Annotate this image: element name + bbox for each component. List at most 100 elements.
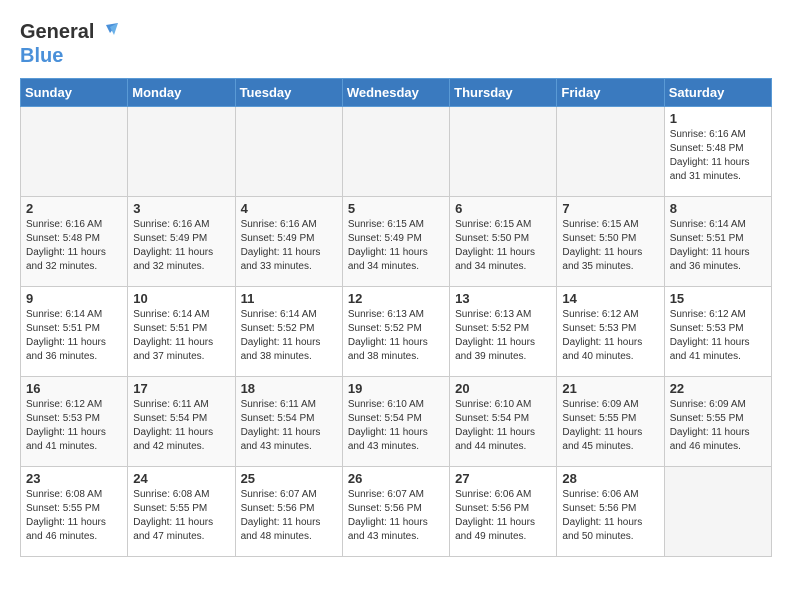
day-number: 4 (241, 201, 337, 216)
day-number: 19 (348, 381, 444, 396)
day-info: Sunrise: 6:14 AM Sunset: 5:52 PM Dayligh… (241, 308, 337, 364)
day-number: 16 (26, 381, 122, 396)
calendar-week-row: 2 Sunrise: 6:16 AM Sunset: 5:48 PM Daylig… (21, 197, 772, 287)
calendar-cell: 6 Sunrise: 6:15 AM Sunset: 5:50 PM Daylig… (450, 197, 557, 287)
day-number: 23 (26, 471, 122, 486)
day-info: Sunrise: 6:15 AM Sunset: 5:50 PM Dayligh… (562, 218, 658, 274)
day-info: Sunrise: 6:06 AM Sunset: 5:56 PM Dayligh… (562, 488, 658, 544)
day-number: 2 (26, 201, 122, 216)
calendar-cell: 11 Sunrise: 6:14 AM Sunset: 5:52 PM Dayli… (235, 287, 342, 377)
day-info: Sunrise: 6:10 AM Sunset: 5:54 PM Dayligh… (455, 398, 551, 454)
calendar-cell: 25Sunrise: 6:07 AM Sunset: 5:56 PM Dayli… (235, 467, 342, 557)
day-number: 21 (562, 381, 658, 396)
calendar-week-row: 23 Sunrise: 6:08 AM Sunset: 5:55 PM Dayli… (21, 467, 772, 557)
day-info: Sunrise: 6:14 AM Sunset: 5:51 PM Dayligh… (670, 218, 766, 274)
day-info: Sunrise: 6:12 AM Sunset: 5:53 PM Dayligh… (670, 308, 766, 364)
logo: General Blue (20, 20, 118, 68)
calendar-cell: 16 Sunrise: 6:12 AM Sunset: 5:53 PM Dayli… (21, 377, 128, 467)
day-info: Sunrise: 6:16 AM Sunset: 5:49 PM Dayligh… (241, 218, 337, 274)
day-info: Sunrise: 6:10 AM Sunset: 5:54 PM Dayligh… (348, 398, 444, 454)
day-number: 26 (348, 471, 444, 486)
calendar-cell: 7 Sunrise: 6:15 AM Sunset: 5:50 PM Daylig… (557, 197, 664, 287)
calendar-cell: 27 Sunrise: 6:06 AM Sunset: 5:56 PM Dayli… (450, 467, 557, 557)
day-number: 20 (455, 381, 551, 396)
day-number: 28 (562, 471, 658, 486)
calendar-week-row: 16 Sunrise: 6:12 AM Sunset: 5:53 PM Dayli… (21, 377, 772, 467)
calendar-cell: 18 Sunrise: 6:11 AM Sunset: 5:54 PM Dayli… (235, 377, 342, 467)
weekday-header-monday: Monday (128, 79, 235, 107)
day-number: 24 (133, 471, 229, 486)
day-info: Sunrise: 6:08 AM Sunset: 5:55 PM Dayligh… (133, 488, 229, 544)
calendar-cell: 13 Sunrise: 6:13 AM Sunset: 5:52 PM Dayli… (450, 287, 557, 377)
day-info: Sunrise: 6:13 AM Sunset: 5:52 PM Dayligh… (348, 308, 444, 364)
calendar-cell (128, 107, 235, 197)
day-info: Sunrise: 6:12 AM Sunset: 5:53 PM Dayligh… (26, 398, 122, 454)
calendar-cell (664, 467, 771, 557)
calendar-cell: 8 Sunrise: 6:14 AM Sunset: 5:51 PM Daylig… (664, 197, 771, 287)
logo-bird-icon (96, 23, 118, 41)
calendar-cell: 9 Sunrise: 6:14 AM Sunset: 5:51 PM Daylig… (21, 287, 128, 377)
weekday-header-friday: Friday (557, 79, 664, 107)
day-number: 12 (348, 291, 444, 306)
day-number: 18 (241, 381, 337, 396)
calendar-cell: 15 Sunrise: 6:12 AM Sunset: 5:53 PM Dayli… (664, 287, 771, 377)
day-number: 5 (348, 201, 444, 216)
calendar-cell (21, 107, 128, 197)
calendar-cell: 19 Sunrise: 6:10 AM Sunset: 5:54 PM Dayli… (342, 377, 449, 467)
calendar-cell: 3Sunrise: 6:16 AM Sunset: 5:49 PM Daylig… (128, 197, 235, 287)
day-info: Sunrise: 6:07 AM Sunset: 5:56 PM Dayligh… (348, 488, 444, 544)
day-info: Sunrise: 6:15 AM Sunset: 5:50 PM Dayligh… (455, 218, 551, 274)
calendar-cell: 14 Sunrise: 6:12 AM Sunset: 5:53 PM Dayli… (557, 287, 664, 377)
day-info: Sunrise: 6:09 AM Sunset: 5:55 PM Dayligh… (562, 398, 658, 454)
calendar-cell (450, 107, 557, 197)
weekday-header-sunday: Sunday (21, 79, 128, 107)
calendar-cell: 1 Sunrise: 6:16 AM Sunset: 5:48 PM Daylig… (664, 107, 771, 197)
day-info: Sunrise: 6:13 AM Sunset: 5:52 PM Dayligh… (455, 308, 551, 364)
calendar-cell: 10 Sunrise: 6:14 AM Sunset: 5:51 PM Dayli… (128, 287, 235, 377)
calendar-week-row: 1 Sunrise: 6:16 AM Sunset: 5:48 PM Daylig… (21, 107, 772, 197)
day-number: 7 (562, 201, 658, 216)
day-number: 9 (26, 291, 122, 306)
logo-general: General (20, 20, 94, 44)
calendar-cell: 17Sunrise: 6:11 AM Sunset: 5:54 PM Dayli… (128, 377, 235, 467)
logo-blue: Blue (20, 44, 118, 68)
calendar-cell: 26 Sunrise: 6:07 AM Sunset: 5:56 PM Dayli… (342, 467, 449, 557)
day-number: 15 (670, 291, 766, 306)
calendar-cell: 12 Sunrise: 6:13 AM Sunset: 5:52 PM Dayli… (342, 287, 449, 377)
day-number: 1 (670, 111, 766, 126)
day-number: 13 (455, 291, 551, 306)
day-info: Sunrise: 6:14 AM Sunset: 5:51 PM Dayligh… (133, 308, 229, 364)
calendar-cell: 4 Sunrise: 6:16 AM Sunset: 5:49 PM Daylig… (235, 197, 342, 287)
day-number: 14 (562, 291, 658, 306)
calendar-cell: 5 Sunrise: 6:15 AM Sunset: 5:49 PM Daylig… (342, 197, 449, 287)
day-info: Sunrise: 6:08 AM Sunset: 5:55 PM Dayligh… (26, 488, 122, 544)
day-info: Sunrise: 6:12 AM Sunset: 5:53 PM Dayligh… (562, 308, 658, 364)
day-info: Sunrise: 6:11 AM Sunset: 5:54 PM Dayligh… (241, 398, 337, 454)
weekday-header-saturday: Saturday (664, 79, 771, 107)
day-number: 11 (241, 291, 337, 306)
weekday-header-thursday: Thursday (450, 79, 557, 107)
day-info: Sunrise: 6:16 AM Sunset: 5:48 PM Dayligh… (26, 218, 122, 274)
day-info: Sunrise: 6:06 AM Sunset: 5:56 PM Dayligh… (455, 488, 551, 544)
calendar-cell: 22 Sunrise: 6:09 AM Sunset: 5:55 PM Dayli… (664, 377, 771, 467)
calendar-cell: 28 Sunrise: 6:06 AM Sunset: 5:56 PM Dayli… (557, 467, 664, 557)
calendar-cell (557, 107, 664, 197)
day-number: 6 (455, 201, 551, 216)
day-info: Sunrise: 6:16 AM Sunset: 5:48 PM Dayligh… (670, 128, 766, 184)
calendar-cell: 20 Sunrise: 6:10 AM Sunset: 5:54 PM Dayli… (450, 377, 557, 467)
day-info: Sunrise: 6:07 AM Sunset: 5:56 PM Dayligh… (241, 488, 337, 544)
day-number: 17 (133, 381, 229, 396)
calendar-cell (235, 107, 342, 197)
weekday-header-row: SundayMondayTuesdayWednesdayThursdayFrid… (21, 79, 772, 107)
calendar: SundayMondayTuesdayWednesdayThursdayFrid… (20, 78, 772, 557)
weekday-header-wednesday: Wednesday (342, 79, 449, 107)
day-info: Sunrise: 6:15 AM Sunset: 5:49 PM Dayligh… (348, 218, 444, 274)
day-number: 22 (670, 381, 766, 396)
day-info: Sunrise: 6:14 AM Sunset: 5:51 PM Dayligh… (26, 308, 122, 364)
day-number: 27 (455, 471, 551, 486)
day-number: 10 (133, 291, 229, 306)
calendar-cell (342, 107, 449, 197)
day-number: 8 (670, 201, 766, 216)
calendar-cell: 2 Sunrise: 6:16 AM Sunset: 5:48 PM Daylig… (21, 197, 128, 287)
day-info: Sunrise: 6:09 AM Sunset: 5:55 PM Dayligh… (670, 398, 766, 454)
